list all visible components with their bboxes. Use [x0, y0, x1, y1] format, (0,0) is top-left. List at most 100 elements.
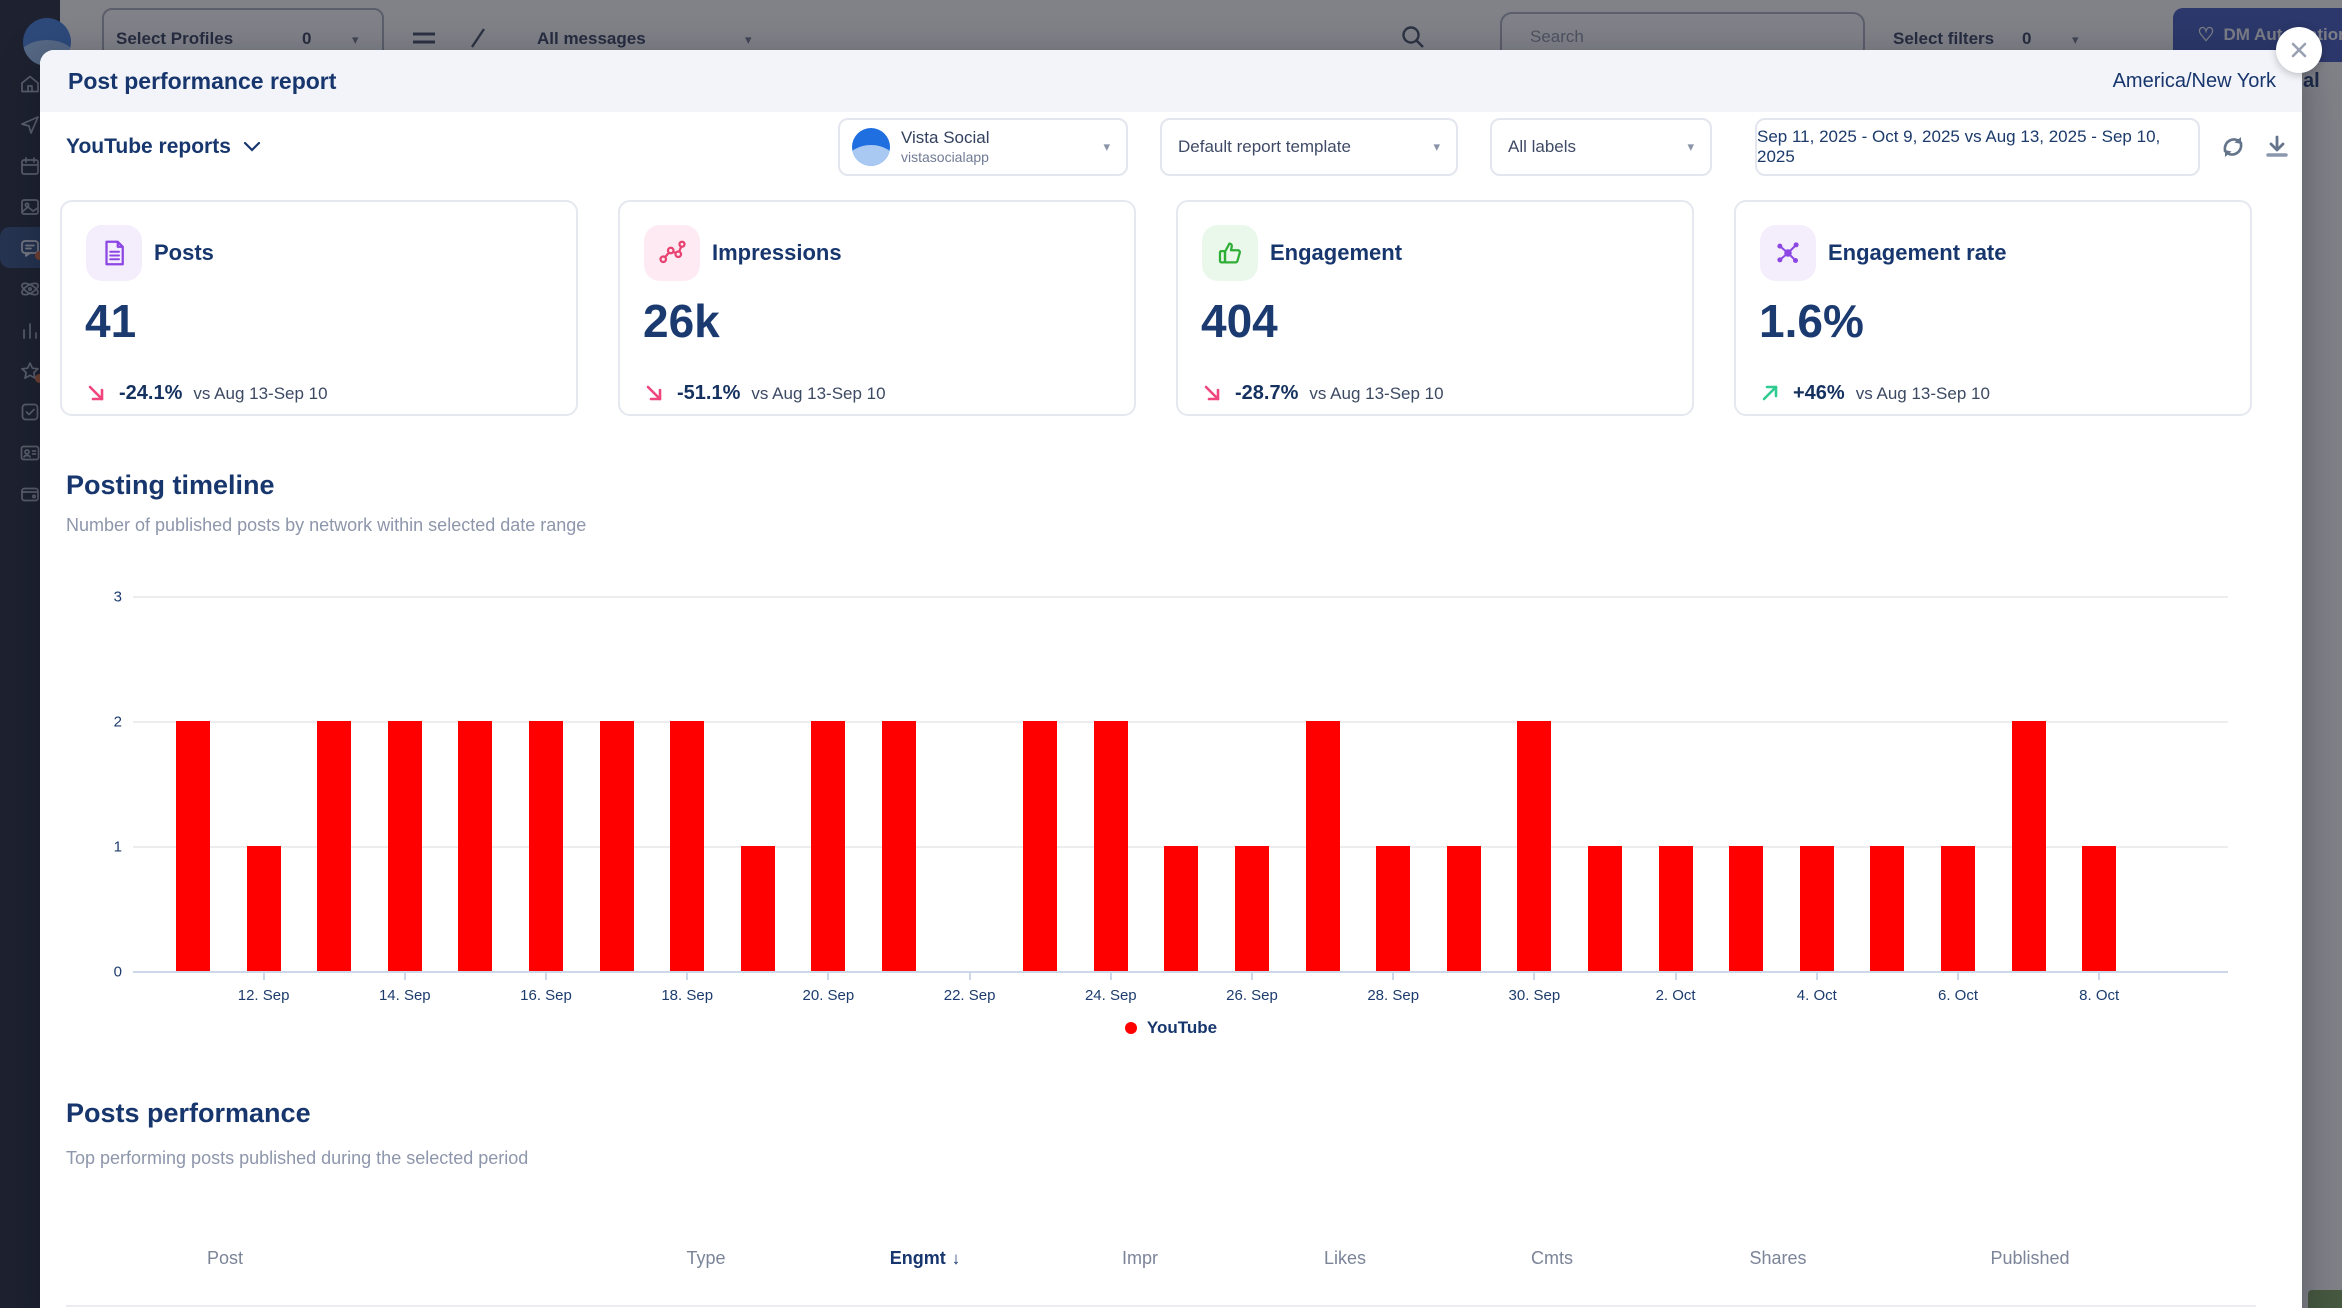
timeline-bar[interactable]	[1164, 846, 1198, 971]
timeline-bar[interactable]	[388, 721, 422, 971]
metric-cards: Posts 41 -24.1% vs Aug 13-Sep 10	[60, 200, 2282, 416]
timeline-bar[interactable]	[317, 721, 351, 971]
chevron-down-icon: ▾	[1433, 139, 1440, 155]
y-axis-tick-label: 2	[88, 714, 122, 731]
x-axis-tick	[827, 973, 829, 980]
posts-performance-title: Posts performance	[66, 1098, 311, 1129]
y-axis-tick-label: 3	[88, 589, 122, 606]
column-header-engmt[interactable]: Engmt↓	[890, 1248, 961, 1269]
x-axis-tick	[2098, 973, 2100, 980]
modal-title: Post performance report	[68, 68, 336, 95]
timeline-bar[interactable]	[1376, 846, 1410, 971]
modal-header: Post performance report America/New York	[40, 50, 2302, 112]
timeline-bar[interactable]	[1800, 846, 1834, 971]
timeline-bar[interactable]	[741, 846, 775, 971]
trend-down-icon	[1202, 383, 1224, 405]
date-range-picker[interactable]: Sep 11, 2025 - Oct 9, 2025 vs Aug 13, 20…	[1755, 118, 2200, 176]
report-type-label: YouTube reports	[66, 135, 231, 159]
x-axis-tick-label: 6. Oct	[1938, 987, 1978, 1004]
x-axis-tick-label: 20. Sep	[803, 987, 855, 1004]
metric-label: Engagement	[1270, 225, 1402, 281]
posting-timeline-subtitle: Number of published posts by network wit…	[66, 515, 586, 536]
posting-timeline-chart: 012312. Sep14. Sep16. Sep18. Sep20. Sep2…	[40, 570, 2302, 1020]
timeline-bar[interactable]	[1517, 721, 1551, 971]
timeline-bar[interactable]	[811, 721, 845, 971]
trend-down-icon	[644, 383, 666, 405]
metric-compare-period: vs Aug 13-Sep 10	[193, 384, 327, 404]
timeline-bar[interactable]	[1094, 721, 1128, 971]
x-axis-tick	[1110, 973, 1112, 980]
metric-change: -51.1%	[677, 382, 740, 405]
labels-select[interactable]: All labels ▾	[1490, 118, 1712, 176]
refresh-button[interactable]	[2218, 132, 2248, 162]
report-type-dropdown[interactable]: YouTube reports	[66, 118, 261, 176]
metric-change: -28.7%	[1235, 382, 1298, 405]
y-axis-tick-label: 0	[88, 964, 122, 981]
metric-label: Impressions	[712, 225, 842, 281]
metric-change: +46%	[1793, 382, 1845, 405]
metric-card-engagement-rate: Engagement rate 1.6% +46% vs Aug 13-Sep …	[1734, 200, 2252, 416]
download-button[interactable]	[2262, 132, 2292, 162]
x-axis-tick	[1251, 973, 1253, 980]
column-header-type[interactable]: Type	[686, 1248, 725, 1269]
timeline-bar[interactable]	[1659, 846, 1693, 971]
timeline-bar[interactable]	[1235, 846, 1269, 971]
metric-card-engagement: Engagement 404 -28.7% vs Aug 13-Sep 10	[1176, 200, 1694, 416]
timeline-bar[interactable]	[1729, 846, 1763, 971]
x-axis-line	[133, 971, 2228, 973]
posting-timeline-title: Posting timeline	[66, 470, 275, 501]
metric-change: -24.1%	[119, 382, 182, 405]
x-axis-tick	[969, 973, 971, 980]
column-header-post[interactable]: Post	[207, 1248, 243, 1269]
timeline-bar[interactable]	[529, 721, 563, 971]
profile-select[interactable]: Vista Social vistasocialapp ▾	[838, 118, 1128, 176]
engagement-rate-network-icon	[1773, 238, 1803, 268]
timeline-bar[interactable]	[1941, 846, 1975, 971]
close-modal-button[interactable]	[2276, 27, 2322, 73]
chevron-down-icon	[243, 141, 261, 153]
x-axis-tick-label: 16. Sep	[520, 987, 572, 1004]
column-header-impr[interactable]: Impr	[1122, 1248, 1158, 1269]
profile-handle: vistasocialapp	[901, 149, 990, 166]
youtube-legend-label: YouTube	[1147, 1018, 1217, 1038]
profile-avatar	[852, 128, 890, 166]
column-header-published[interactable]: Published	[1990, 1248, 2069, 1269]
x-axis-tick	[263, 973, 265, 980]
timeline-bar[interactable]	[1023, 721, 1057, 971]
metric-value: 1.6%	[1759, 294, 1864, 348]
x-axis-tick-label: 26. Sep	[1226, 987, 1278, 1004]
column-header-cmts[interactable]: Cmts	[1531, 1248, 1573, 1269]
chart-legend[interactable]: YouTube	[40, 1018, 2302, 1038]
metric-label: Engagement rate	[1828, 225, 2007, 281]
timeline-bar[interactable]	[176, 721, 210, 971]
report-template-select[interactable]: Default report template ▾	[1160, 118, 1458, 176]
timeline-bar[interactable]	[1306, 721, 1340, 971]
timeline-bar[interactable]	[882, 721, 916, 971]
timeline-bar[interactable]	[670, 721, 704, 971]
metric-card-impressions: Impressions 26k -51.1% vs Aug 13-Sep 10	[618, 200, 1136, 416]
x-axis-tick	[545, 973, 547, 980]
x-axis-tick-label: 28. Sep	[1367, 987, 1419, 1004]
metric-value: 41	[85, 294, 136, 348]
timeline-bar[interactable]	[600, 721, 634, 971]
column-header-likes[interactable]: Likes	[1324, 1248, 1366, 1269]
trend-up-icon	[1760, 383, 1782, 405]
chevron-down-icon: ▾	[1687, 139, 1694, 155]
report-template-value: Default report template	[1178, 137, 1351, 157]
timeline-bar[interactable]	[2082, 846, 2116, 971]
timeline-bar[interactable]	[247, 846, 281, 971]
column-header-shares[interactable]: Shares	[1749, 1248, 1806, 1269]
youtube-legend-dot	[1125, 1022, 1137, 1034]
timeline-bar[interactable]	[458, 721, 492, 971]
posts-performance-subtitle: Top performing posts published during th…	[66, 1148, 528, 1169]
timeline-bar[interactable]	[1447, 846, 1481, 971]
y-axis-tick-label: 1	[88, 839, 122, 856]
metric-value: 404	[1201, 294, 1278, 348]
timeline-bar[interactable]	[1870, 846, 1904, 971]
posts-table-header: Post Type Engmt↓ Impr Likes Cmts Shares …	[40, 1248, 2302, 1284]
x-axis-tick	[1816, 973, 1818, 980]
labels-value: All labels	[1508, 137, 1576, 157]
timeline-bar[interactable]	[2012, 721, 2046, 971]
timeline-bar[interactable]	[1588, 846, 1622, 971]
close-icon	[2289, 40, 2309, 60]
